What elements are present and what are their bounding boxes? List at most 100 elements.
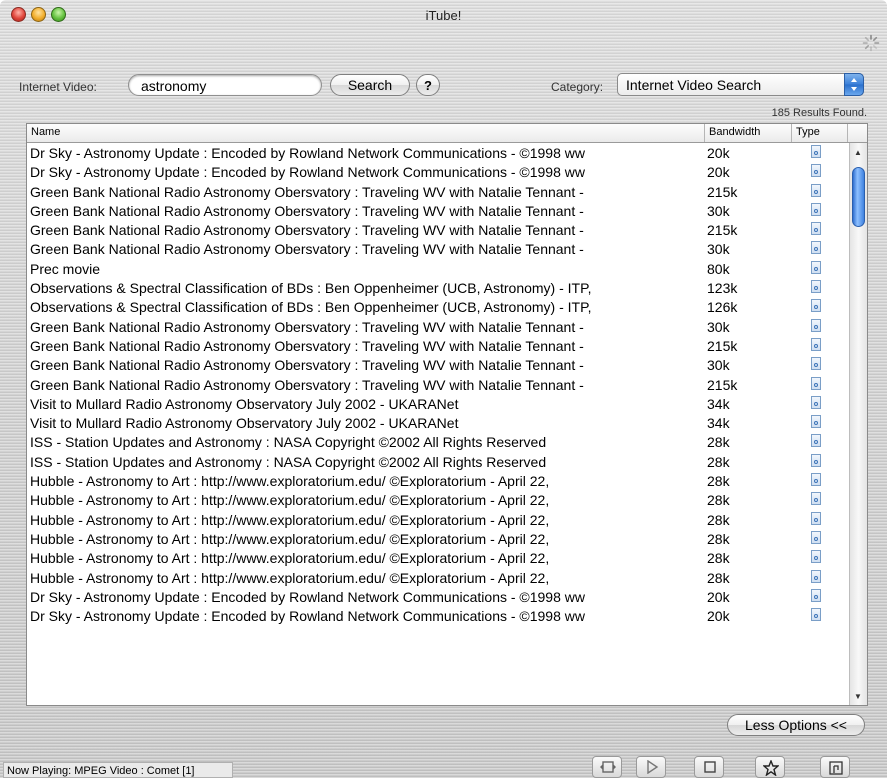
row-type: [811, 260, 823, 276]
table-row[interactable]: Dr Sky - Astronomy Update : Encoded by R…: [27, 162, 847, 181]
row-type: [811, 376, 823, 392]
scroll-down-arrow-icon[interactable]: ▼: [854, 692, 862, 701]
row-bandwidth: 20k: [707, 145, 730, 161]
scrollbar-thumb[interactable]: [852, 167, 865, 227]
row-type: [811, 395, 823, 411]
play-icon: [647, 760, 659, 774]
column-divider[interactable]: [704, 124, 705, 142]
table-row[interactable]: Observations & Spectral Classification o…: [27, 297, 847, 316]
stop-button[interactable]: [694, 756, 724, 778]
category-label: Category:: [551, 80, 604, 94]
row-name: Green Bank National Radio Astronomy Ober…: [30, 202, 584, 219]
table-row[interactable]: Green Bank National Radio Astronomy Ober…: [27, 239, 847, 258]
row-type: [811, 183, 823, 199]
table-row[interactable]: Green Bank National Radio Astronomy Ober…: [27, 201, 847, 220]
column-divider[interactable]: [791, 124, 792, 142]
video-file-icon: [811, 453, 821, 467]
row-type: [811, 299, 823, 314]
results-count: 185 Results Found.: [771, 107, 867, 119]
row-name: Hubble - Astronomy to Art : http://www.e…: [30, 473, 550, 490]
table-row[interactable]: Hubble - Astronomy to Art : http://www.e…: [27, 490, 847, 509]
row-name: Green Bank National Radio Astronomy Ober…: [30, 376, 584, 393]
export-button[interactable]: [820, 756, 850, 778]
table-row[interactable]: Hubble - Astronomy to Art : http://www.e…: [27, 471, 847, 490]
row-type: [811, 164, 823, 179]
table-row[interactable]: Hubble - Astronomy to Art : http://www.e…: [27, 568, 847, 587]
row-type: [811, 588, 823, 604]
row-bandwidth: 28k: [707, 550, 730, 567]
row-name: Observations & Spectral Classification o…: [30, 280, 592, 297]
table-row[interactable]: Green Bank National Radio Astronomy Ober…: [27, 220, 847, 239]
video-file-icon: [811, 318, 821, 332]
column-header-bandwidth[interactable]: Bandwidth: [709, 126, 760, 138]
favorite-button[interactable]: [755, 756, 785, 778]
category-selected-value: Internet Video Search: [626, 77, 762, 93]
row-bandwidth: 28k: [707, 434, 730, 451]
table-row[interactable]: Visit to Mullard Radio Astronomy Observa…: [27, 413, 847, 432]
category-select[interactable]: Internet Video Search: [617, 73, 864, 96]
table-row[interactable]: Green Bank National Radio Astronomy Ober…: [27, 375, 847, 394]
progress-spinner-icon: [862, 34, 880, 52]
play-button[interactable]: [636, 756, 666, 778]
chevron-updown-icon: [844, 73, 864, 96]
fullscreen-button[interactable]: [592, 756, 622, 778]
row-type: [811, 608, 823, 623]
row-bandwidth: 123k: [707, 280, 738, 297]
table-row[interactable]: Green Bank National Radio Astronomy Ober…: [27, 336, 847, 355]
table-row[interactable]: Dr Sky - Astronomy Update : Encoded by R…: [27, 587, 847, 606]
video-file-icon: [811, 588, 821, 602]
table-row[interactable]: Visit to Mullard Radio Astronomy Observa…: [27, 394, 847, 413]
column-header-type[interactable]: Type: [796, 126, 820, 138]
row-name: Hubble - Astronomy to Art : http://www.e…: [30, 511, 550, 528]
table-row[interactable]: ISS - Station Updates and Astronomy : NA…: [27, 452, 847, 471]
row-type: [811, 280, 823, 295]
row-bandwidth: 28k: [707, 530, 730, 547]
row-type: [811, 550, 823, 565]
row-name: Dr Sky - Astronomy Update : Encoded by R…: [30, 608, 585, 625]
table-row[interactable]: Dr Sky - Astronomy Update : Encoded by R…: [27, 606, 847, 625]
table-row[interactable]: Hubble - Astronomy to Art : http://www.e…: [27, 529, 847, 548]
title-bar[interactable]: iTube!: [0, 0, 887, 32]
row-bandwidth: 28k: [707, 492, 730, 509]
row-bandwidth: 34k: [707, 415, 730, 432]
table-row[interactable]: ISS - Station Updates and Astronomy : NA…: [27, 432, 847, 451]
row-bandwidth: 20k: [707, 588, 730, 605]
row-name: ISS - Station Updates and Astronomy : NA…: [30, 434, 547, 451]
table-row[interactable]: Green Bank National Radio Astronomy Ober…: [27, 355, 847, 374]
video-file-icon: [811, 569, 821, 583]
table-row[interactable]: Observations & Spectral Classification o…: [27, 278, 847, 297]
video-file-icon: [811, 376, 821, 390]
table-row[interactable]: Green Bank National Radio Astronomy Ober…: [27, 317, 847, 336]
help-button[interactable]: ?: [416, 74, 440, 96]
video-file-icon: [811, 202, 821, 216]
table-row[interactable]: Prec movie 80k: [27, 259, 847, 278]
stop-icon: [704, 761, 716, 773]
table-row[interactable]: Hubble - Astronomy to Art : http://www.e…: [27, 548, 847, 567]
table-row[interactable]: Hubble - Astronomy to Art : http://www.e…: [27, 510, 847, 529]
column-header-name[interactable]: Name: [31, 126, 60, 138]
video-file-icon: [811, 222, 821, 236]
vertical-scrollbar[interactable]: ▲ ▼: [849, 143, 867, 705]
export-icon: [829, 761, 843, 775]
search-input[interactable]: astronomy: [128, 74, 322, 96]
window-title: iTube!: [425, 8, 462, 23]
row-name: Hubble - Astronomy to Art : http://www.e…: [30, 569, 550, 586]
row-name: Hubble - Astronomy to Art : http://www.e…: [30, 550, 550, 567]
table-row[interactable]: Green Bank National Radio Astronomy Ober…: [27, 182, 847, 201]
video-file-icon: [811, 183, 821, 197]
search-label: Internet Video:: [19, 80, 97, 94]
less-options-button[interactable]: Less Options <<: [727, 714, 865, 736]
row-bandwidth: 28k: [707, 511, 730, 528]
table-body: Dr Sky - Astronomy Update : Encoded by R…: [27, 143, 847, 625]
row-type: [811, 453, 823, 469]
scroll-up-arrow-icon[interactable]: ▲: [854, 148, 862, 157]
row-type: [811, 530, 823, 546]
search-button[interactable]: Search: [330, 74, 410, 96]
row-bandwidth: 215k: [707, 376, 738, 393]
row-name: Dr Sky - Astronomy Update : Encoded by R…: [30, 164, 585, 181]
video-file-icon: [811, 299, 821, 313]
row-bandwidth: 28k: [707, 453, 730, 470]
row-bandwidth: 215k: [707, 183, 738, 200]
video-file-icon: [811, 608, 821, 622]
table-row[interactable]: Dr Sky - Astronomy Update : Encoded by R…: [27, 143, 847, 162]
